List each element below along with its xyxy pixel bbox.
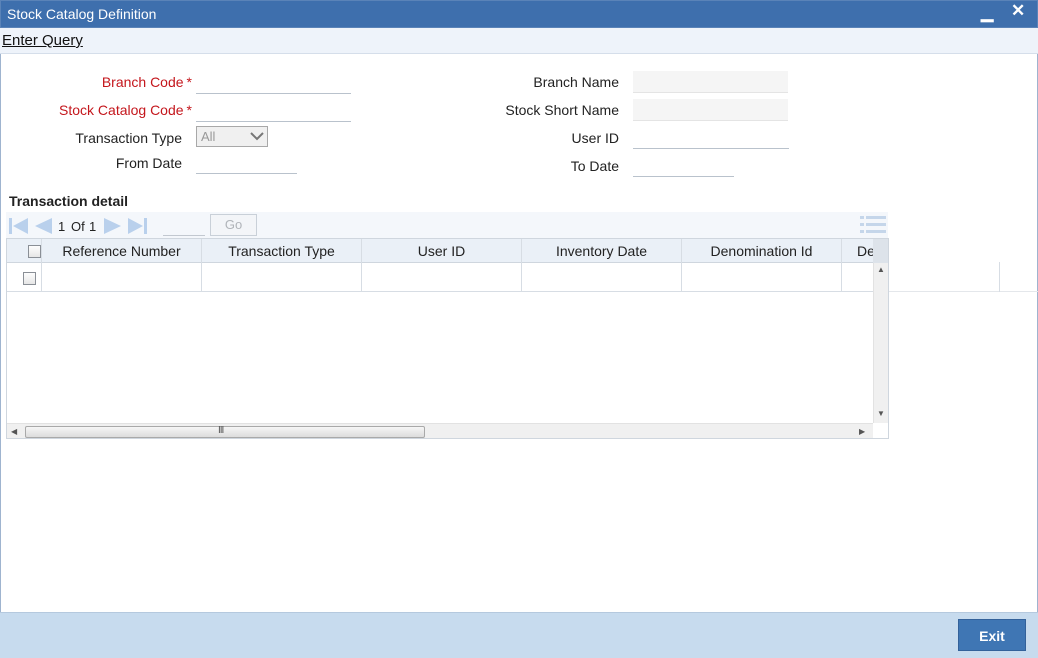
column-header[interactable]: De <box>842 239 873 263</box>
first-page-icon[interactable] <box>8 216 30 236</box>
footer-bar: Exit <box>0 612 1038 658</box>
title-bar: Stock Catalog Definition ▁ ✕ <box>0 0 1038 28</box>
scroll-down-icon[interactable]: ▼ <box>877 409 885 418</box>
scroll-left-icon[interactable]: ◀ <box>11 427 17 436</box>
required-marker: * <box>186 74 192 90</box>
select-all-cell <box>7 239 42 263</box>
stock-catalog-code-label-text: Stock Catalog Code <box>59 102 184 118</box>
transaction-type-label: Transaction Type <box>75 130 182 146</box>
from-date-field[interactable] <box>196 152 297 174</box>
table-cell[interactable] <box>682 263 842 292</box>
table-cell[interactable] <box>842 263 873 292</box>
minimize-icon[interactable]: ▁ <box>981 3 993 23</box>
stock-short-name-label: Stock Short Name <box>505 102 619 118</box>
column-list-icon[interactable] <box>860 214 886 236</box>
transaction-detail-grid: Reference Number Transaction Type User I… <box>6 238 889 439</box>
select-all-checkbox[interactable] <box>28 245 41 258</box>
scroll-corner <box>873 239 888 263</box>
user-id-label: User ID <box>571 130 619 146</box>
grid-overflow-row <box>889 262 1038 292</box>
vertical-scrollbar[interactable]: ▲ ▼ <box>873 263 888 423</box>
page-of-label: Of <box>71 219 85 234</box>
table-cell[interactable] <box>42 263 202 292</box>
horizontal-scrollbar[interactable]: ◀ III ▶ <box>7 423 873 438</box>
column-header[interactable]: Denomination Id <box>682 239 842 263</box>
column-header[interactable]: Reference Number <box>42 239 202 263</box>
row-select-cell <box>7 263 42 292</box>
previous-page-icon[interactable] <box>32 216 54 236</box>
branch-code-field[interactable] <box>196 72 351 94</box>
total-pages: 1 <box>89 219 97 234</box>
column-header[interactable]: User ID <box>362 239 522 263</box>
table-cell[interactable] <box>522 263 682 292</box>
branch-code-label: Branch Code * <box>102 74 192 90</box>
to-date-label: To Date <box>570 158 619 174</box>
table-cell[interactable] <box>362 263 522 292</box>
scroll-thumb[interactable]: III <box>25 425 425 438</box>
column-header[interactable]: Transaction Type <box>202 239 362 263</box>
window-title: Stock Catalog Definition <box>7 6 157 22</box>
scroll-up-icon[interactable]: ▲ <box>877 265 885 274</box>
table-cell[interactable] <box>202 263 362 292</box>
scroll-right-icon[interactable]: ▶ <box>859 427 865 436</box>
last-page-icon[interactable] <box>126 216 148 236</box>
transaction-detail-title: Transaction detail <box>9 193 129 209</box>
from-date-label: From Date <box>115 155 182 171</box>
stock-short-name-field[interactable] <box>633 99 788 121</box>
user-id-field[interactable] <box>633 127 789 149</box>
column-header[interactable]: Inventory Date <box>522 239 682 263</box>
transaction-type-value: All <box>201 129 216 144</box>
branch-name-label: Branch Name <box>533 74 619 90</box>
branch-name-field[interactable] <box>633 71 788 93</box>
scroll-grip: III <box>218 425 224 436</box>
close-icon[interactable]: ✕ <box>1011 1 1025 21</box>
next-page-icon[interactable] <box>102 216 124 236</box>
column-divider <box>999 262 1000 292</box>
exit-button[interactable]: Exit <box>958 619 1026 651</box>
transaction-type-select[interactable]: All <box>196 126 268 147</box>
menu-bar: Enter Query <box>0 28 1038 54</box>
chevron-down-icon <box>250 132 264 141</box>
grid-header: Reference Number Transaction Type User I… <box>7 239 888 263</box>
required-marker: * <box>186 102 192 118</box>
branch-code-label-text: Branch Code <box>101 74 184 90</box>
stock-catalog-code-label: Stock Catalog Code * <box>59 102 192 118</box>
checkbox[interactable] <box>23 272 36 285</box>
current-page: 1 <box>58 219 66 234</box>
table-row[interactable] <box>7 263 888 292</box>
to-date-field[interactable] <box>633 155 734 177</box>
page-number-input[interactable] <box>163 216 205 236</box>
stock-catalog-code-field[interactable] <box>196 100 351 122</box>
pagination-bar: 1 Of 1 Go <box>6 212 888 238</box>
go-button[interactable]: Go <box>210 214 257 236</box>
enter-query-link[interactable]: Enter Query <box>2 32 83 49</box>
